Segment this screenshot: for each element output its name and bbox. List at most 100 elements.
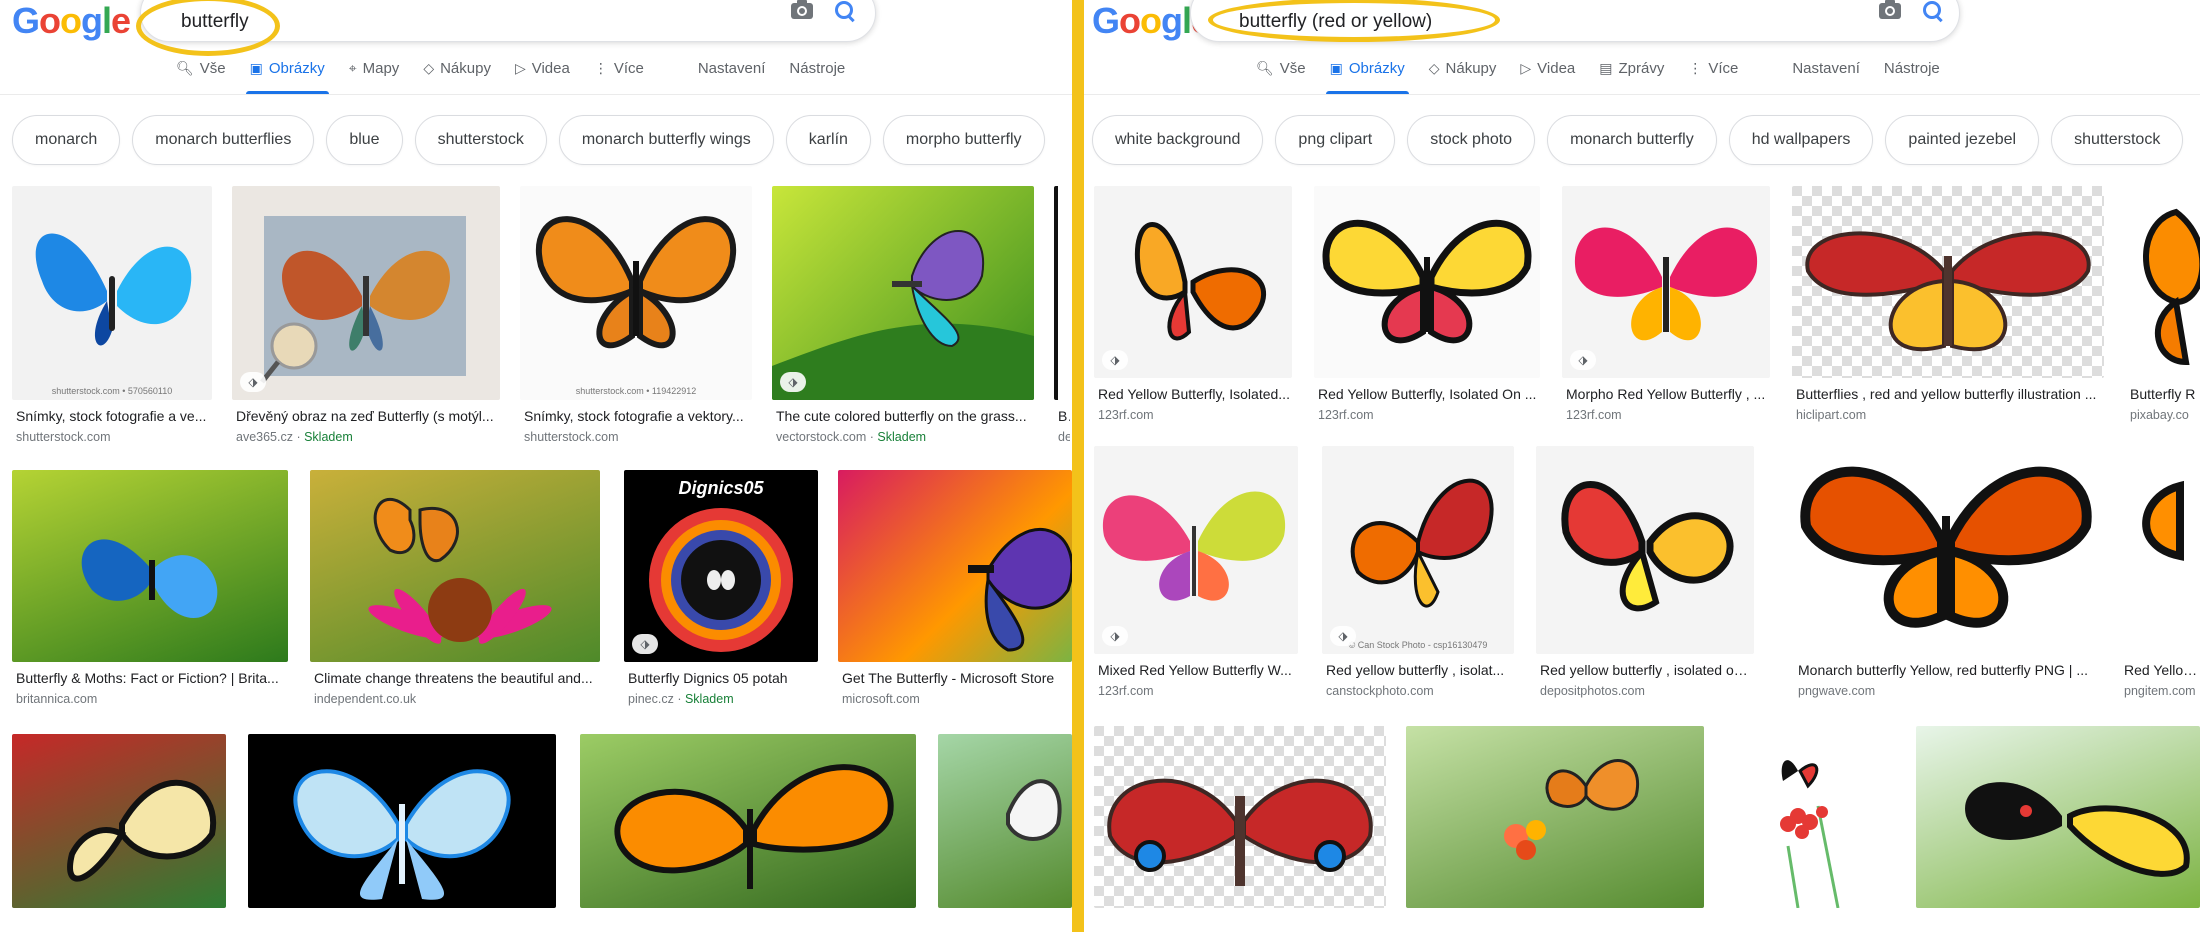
settings-link[interactable]: Nastavení: [686, 56, 778, 94]
result-title[interactable]: Dřevěný obraz na zeď Butterfly (s motýl.…: [236, 408, 498, 424]
result-source[interactable]: shutterstock.com: [524, 430, 750, 444]
image-result[interactable]: Red Yellow / pngitem.com: [2120, 446, 2200, 706]
result-thumbnail[interactable]: [2126, 186, 2200, 378]
result-title[interactable]: Butterfly R: [2130, 386, 2198, 402]
image-result[interactable]: [1916, 726, 2200, 908]
result-title[interactable]: Red Yellow Butterfly, Isolated...: [1098, 386, 1290, 402]
image-result[interactable]: shutterstock.com • 570560110 Snímky, sto…: [12, 186, 212, 450]
result-title[interactable]: Monarch butterfly Yellow, red butterfly …: [1798, 662, 2096, 678]
tab-mapy[interactable]: ⌖ Mapy: [337, 56, 412, 94]
camera-icon[interactable]: [791, 0, 813, 19]
result-title[interactable]: Red Yellow /: [2124, 662, 2198, 678]
result-title[interactable]: Bu: [1058, 408, 1070, 424]
tab-vše[interactable]: 🔍︎ Vše: [164, 56, 238, 94]
result-title[interactable]: Snímky, stock fotografie a ve...: [16, 408, 210, 424]
tab-videa[interactable]: ▷ Videa: [1508, 56, 1587, 94]
result-title[interactable]: Butterfly Dignics 05 potah: [628, 670, 816, 686]
result-source[interactable]: pngitem.com: [2124, 684, 2198, 698]
result-source[interactable]: ave365.cz · Skladem: [236, 430, 498, 444]
result-source[interactable]: britannica.com: [16, 692, 286, 706]
related-search-chip[interactable]: shutterstock: [414, 115, 547, 165]
search-icon[interactable]: [835, 1, 853, 19]
related-search-chip[interactable]: png clipart: [1275, 115, 1396, 165]
result-thumbnail[interactable]: [1916, 726, 2200, 908]
image-result[interactable]: Butterfly R pixabay.co: [2126, 186, 2200, 430]
related-search-chip[interactable]: morpho butterfly: [882, 115, 1045, 165]
result-thumbnail[interactable]: [1728, 726, 1894, 908]
result-source[interactable]: canstockphoto.com: [1326, 684, 1512, 698]
image-result[interactable]: Red yellow butterfly , isolated on w... …: [1536, 446, 1754, 706]
result-title[interactable]: Morpho Red Yellow Butterfly , ...: [1566, 386, 1768, 402]
result-title[interactable]: Butterfly & Moths: Fact or Fiction? | Br…: [16, 670, 286, 686]
result-thumbnail[interactable]: [2120, 446, 2200, 654]
related-search-chip[interactable]: monarch butterfly: [1547, 115, 1717, 165]
image-result[interactable]: Climate change threatens the beautiful a…: [310, 470, 600, 712]
result-thumbnail[interactable]: [1406, 726, 1704, 908]
image-result[interactable]: ⬗ Morpho Red Yellow Butterfly , ... 123r…: [1562, 186, 1770, 430]
related-search-chip[interactable]: hd wallpapers: [1728, 115, 1874, 165]
result-thumbnail[interactable]: [310, 470, 600, 662]
result-source[interactable]: vectorstock.com · Skladem: [776, 430, 1032, 444]
result-thumbnail[interactable]: [1094, 726, 1386, 908]
related-search-chip[interactable]: white background: [1092, 115, 1264, 165]
tab-nákupy[interactable]: ◇ Nákupy: [1417, 56, 1509, 94]
image-result[interactable]: Butterflies , red and yellow butterfly i…: [1792, 186, 2104, 430]
image-result[interactable]: Bu de: [1054, 186, 1072, 450]
result-source[interactable]: independent.co.uk: [314, 692, 598, 706]
result-thumbnail[interactable]: [12, 734, 226, 908]
related-search-chip[interactable]: stock photo: [1407, 115, 1536, 165]
result-thumbnail[interactable]: [12, 470, 288, 662]
image-result[interactable]: © Can Stock Photo - csp16130479 ⬗ Red ye…: [1322, 446, 1514, 706]
result-thumbnail[interactable]: © Can Stock Photo - csp16130479 ⬗: [1322, 446, 1514, 654]
result-thumbnail[interactable]: [1794, 446, 2098, 654]
result-thumbnail[interactable]: shutterstock.com • 119422912: [520, 186, 752, 400]
result-thumbnail[interactable]: [580, 734, 916, 908]
result-thumbnail[interactable]: shutterstock.com • 570560110: [12, 186, 212, 400]
result-title[interactable]: Climate change threatens the beautiful a…: [314, 670, 598, 686]
image-result[interactable]: [1406, 726, 1704, 908]
tools-link[interactable]: Nástroje: [777, 56, 857, 94]
image-result[interactable]: Red Yellow Butterfly, Isolated On ... 12…: [1314, 186, 1540, 430]
result-thumbnail[interactable]: [838, 470, 1072, 662]
result-thumbnail[interactable]: ⬗: [772, 186, 1034, 400]
image-result[interactable]: Get The Butterfly - Microsoft Store micr…: [838, 470, 1072, 712]
result-thumbnail[interactable]: ⬗: [232, 186, 500, 400]
related-search-chip[interactable]: monarch butterfly wings: [558, 115, 774, 165]
result-source[interactable]: depositphotos.com: [1540, 684, 1752, 698]
image-result[interactable]: ⬗ Red Yellow Butterfly, Isolated... 123r…: [1094, 186, 1292, 430]
result-source[interactable]: hiclipart.com: [1796, 408, 2102, 422]
image-result[interactable]: ⬗ Dřevěný obraz na zeď Butterfly (s motý…: [232, 186, 500, 450]
image-result[interactable]: Butterfly & Moths: Fact or Fiction? | Br…: [12, 470, 288, 712]
result-thumbnail[interactable]: ⬗: [1094, 186, 1292, 378]
result-source[interactable]: pngwave.com: [1798, 684, 2096, 698]
tools-link[interactable]: Nástroje: [1872, 56, 1952, 94]
image-result[interactable]: ⬗ Mixed Red Yellow Butterfly W... 123rf.…: [1094, 446, 1298, 706]
tab-obrázky[interactable]: ▣ Obrázky: [238, 56, 337, 94]
result-source[interactable]: de: [1058, 430, 1070, 444]
image-result[interactable]: [1728, 726, 1894, 908]
result-thumbnail[interactable]: [1792, 186, 2104, 378]
result-source[interactable]: microsoft.com: [842, 692, 1070, 706]
result-source[interactable]: 123rf.com: [1098, 408, 1290, 422]
result-title[interactable]: Red yellow butterfly , isolat...: [1326, 662, 1512, 678]
settings-link[interactable]: Nastavení: [1780, 56, 1872, 94]
tab-více[interactable]: ⋮ Více: [582, 56, 656, 94]
related-search-chip[interactable]: karlín: [785, 115, 871, 165]
result-title[interactable]: The cute colored butterfly on the grass.…: [776, 408, 1032, 424]
camera-icon[interactable]: [1879, 0, 1901, 19]
image-result[interactable]: Monarch butterfly Yellow, red butterfly …: [1794, 446, 2098, 706]
related-search-chip[interactable]: blue: [326, 115, 403, 165]
tab-nákupy[interactable]: ◇ Nákupy: [411, 56, 503, 94]
result-title[interactable]: Get The Butterfly - Microsoft Store: [842, 670, 1070, 686]
tab-zprávy[interactable]: ▤ Zprávy: [1587, 56, 1676, 94]
result-source[interactable]: pixabay.co: [2130, 408, 2198, 422]
related-search-chip[interactable]: shutterstock: [2051, 115, 2184, 165]
related-search-chip[interactable]: painted jezebel: [1885, 115, 2040, 165]
image-result[interactable]: Dignics05 ⬗ Butterfly Dignics 05 potah p…: [624, 470, 818, 712]
result-title[interactable]: Snímky, stock fotografie a vektory...: [524, 408, 750, 424]
image-result[interactable]: [248, 734, 556, 908]
result-thumbnail[interactable]: [1314, 186, 1540, 378]
result-source[interactable]: 123rf.com: [1318, 408, 1538, 422]
image-result[interactable]: [1094, 726, 1386, 908]
result-thumbnail[interactable]: ⬗: [1094, 446, 1298, 654]
